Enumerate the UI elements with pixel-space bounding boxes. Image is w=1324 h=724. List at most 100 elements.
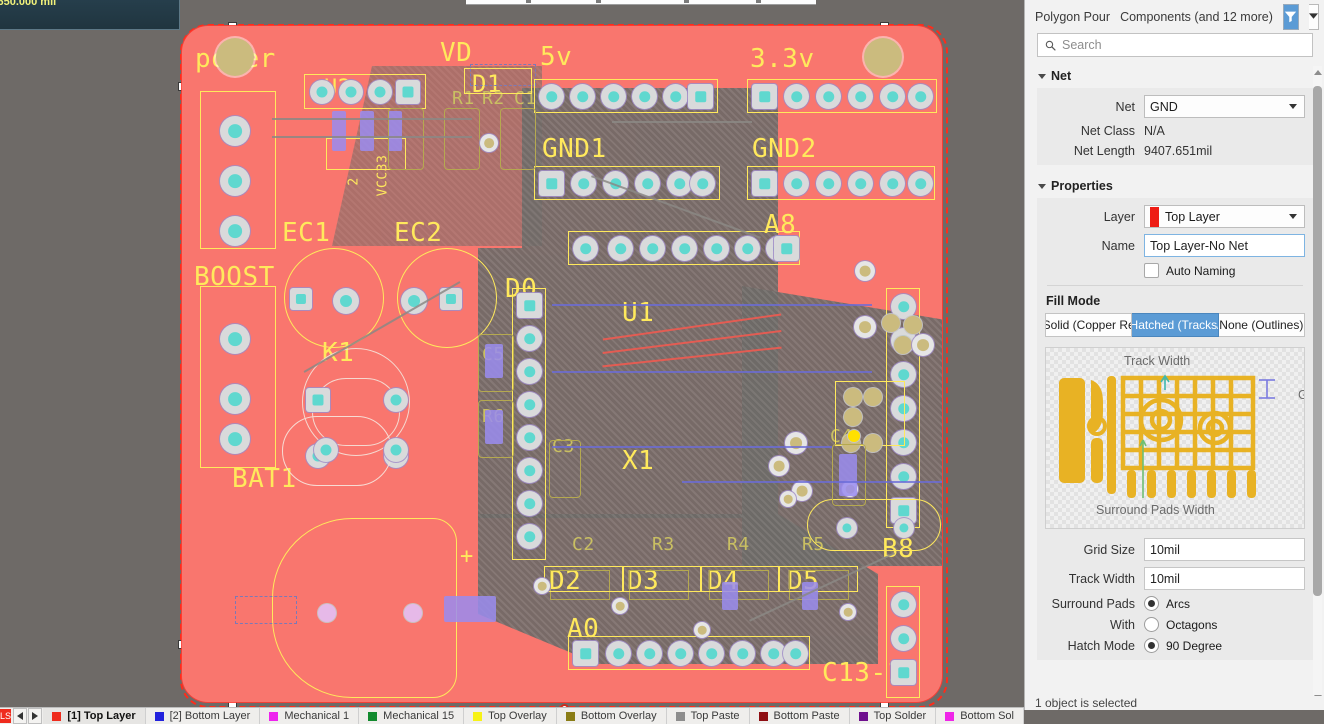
pad[interactable] (220, 324, 250, 354)
layer-tab-5[interactable]: Bottom Overlay (557, 708, 667, 724)
fill-mode-option-2[interactable]: None (Outlines) (1218, 313, 1305, 337)
pad[interactable] (220, 384, 250, 414)
via[interactable] (534, 578, 550, 594)
via[interactable] (318, 604, 336, 622)
pad[interactable] (608, 236, 633, 261)
pad[interactable] (517, 326, 542, 351)
pad[interactable] (220, 216, 250, 246)
silkscreen-text[interactable]: 3.3v (750, 44, 815, 74)
pad[interactable] (517, 458, 542, 483)
silkscreen-text[interactable]: R3 (652, 534, 675, 555)
surround-pads-arcs-radio[interactable] (1144, 596, 1159, 611)
via[interactable] (780, 491, 796, 507)
pad[interactable] (220, 424, 250, 454)
fill-mode-button-group[interactable]: Solid (Copper Re Hatched (Tracks/None (Ou… (1045, 313, 1305, 337)
pad[interactable] (601, 84, 626, 109)
silkscreen-text[interactable]: GND2 (752, 134, 817, 164)
layer-tab-3[interactable]: Mechanical 15 (359, 708, 465, 724)
pad[interactable] (784, 84, 809, 109)
pad[interactable] (848, 84, 873, 109)
smd-pad[interactable] (444, 596, 496, 622)
pad[interactable] (672, 236, 697, 261)
properties-panel[interactable]: Polygon Pour Components (and 12 more) Se… (1024, 0, 1324, 710)
pad[interactable] (517, 392, 542, 417)
component-outline-bat1[interactable] (272, 518, 457, 698)
pad[interactable] (848, 171, 873, 196)
pad[interactable] (384, 388, 408, 412)
pad[interactable] (384, 438, 408, 462)
pad[interactable] (663, 84, 688, 109)
mounting-hole[interactable] (216, 38, 254, 76)
track[interactable] (552, 446, 832, 448)
component-outline-x1[interactable] (807, 499, 941, 551)
track-width-field[interactable]: 10mil (1144, 567, 1305, 590)
pad[interactable] (606, 641, 631, 666)
pcb-canvas[interactable]: 4000.000 dy: 650.000 mil Top Layer Gap: … (0, 0, 1024, 724)
net-select[interactable]: GND (1144, 95, 1305, 118)
pad[interactable] (668, 641, 693, 666)
layer-next-button[interactable] (28, 708, 43, 724)
silkscreen-text[interactable]: R4 (727, 534, 750, 555)
smd-pad[interactable] (485, 410, 503, 444)
via-highlight[interactable] (848, 430, 860, 442)
pad[interactable] (730, 641, 755, 666)
pad[interactable] (704, 236, 729, 261)
pad[interactable] (837, 518, 857, 538)
pad[interactable] (690, 171, 715, 196)
pad[interactable] (891, 592, 916, 617)
component-outline-res-a[interactable] (544, 566, 624, 592)
pad[interactable] (688, 84, 713, 109)
silkscreen-text[interactable]: C2 (572, 534, 595, 555)
pad[interactable] (783, 641, 808, 666)
track[interactable] (272, 118, 472, 120)
via[interactable] (404, 604, 422, 622)
via[interactable] (864, 434, 882, 452)
pad[interactable] (774, 236, 799, 261)
silkscreen-text[interactable]: VD (440, 38, 472, 68)
component-outline-d1-dashed[interactable] (470, 64, 536, 86)
pad[interactable] (220, 166, 250, 196)
silkscreen-text[interactable]: X1 (622, 446, 654, 476)
pad[interactable] (752, 84, 777, 109)
track[interactable] (552, 304, 872, 306)
silkscreen-text[interactable]: GND1 (542, 134, 607, 164)
surround-pads-octagons-radio[interactable] (1144, 617, 1159, 632)
layer-tab-0[interactable]: [1] Top Layer (43, 708, 146, 724)
pad[interactable] (539, 171, 564, 196)
mounting-hole[interactable] (864, 38, 902, 76)
layer-tab-2[interactable]: Mechanical 1 (260, 708, 360, 724)
silkscreen-text[interactable]: 2 (347, 177, 362, 185)
pad[interactable] (517, 491, 542, 516)
smd-pad[interactable] (839, 454, 857, 496)
via[interactable] (844, 388, 862, 406)
via[interactable] (480, 134, 498, 152)
pcb-board[interactable]: powerVD5v3.3vU2D1GND1GND2VCC332EC1EC2A8D… (182, 26, 942, 702)
pad[interactable] (517, 524, 542, 549)
search-input[interactable]: Search (1037, 33, 1313, 57)
smd-pad[interactable] (722, 582, 738, 610)
pad[interactable] (667, 171, 692, 196)
smd-pad[interactable] (332, 111, 346, 151)
pad[interactable] (220, 116, 250, 146)
pad[interactable] (891, 464, 916, 489)
pad[interactable] (306, 388, 330, 412)
fill-mode-option-0[interactable]: Solid (Copper Re (1045, 313, 1133, 337)
object-type-label[interactable]: Polygon Pour (1035, 10, 1110, 24)
pad[interactable] (880, 84, 905, 109)
pad[interactable] (539, 84, 564, 109)
pad[interactable] (573, 236, 598, 261)
layer-tab-4[interactable]: Top Overlay (464, 708, 557, 724)
via[interactable] (840, 604, 856, 620)
via[interactable] (785, 432, 807, 454)
via[interactable] (912, 334, 934, 356)
layer-select[interactable]: Top Layer (1144, 205, 1305, 228)
pad[interactable] (333, 288, 359, 314)
pad[interactable] (368, 80, 392, 104)
layer-tab-8[interactable]: Top Solder (850, 708, 937, 724)
panel-scrollbar[interactable] (1313, 66, 1322, 704)
track[interactable] (552, 371, 872, 373)
via[interactable] (904, 316, 922, 334)
scrollbar-thumb[interactable] (1313, 86, 1322, 596)
smd-pad-outline[interactable] (235, 596, 297, 624)
pad[interactable] (339, 80, 363, 104)
